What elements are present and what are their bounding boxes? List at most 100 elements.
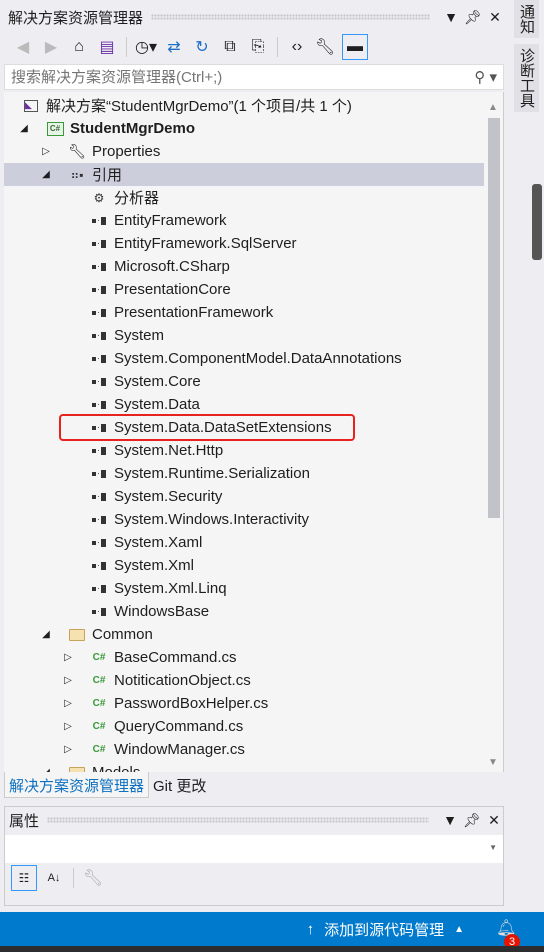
tree-item[interactable]: System.Core — [4, 370, 484, 393]
tree-item-label: EntityFramework — [114, 212, 227, 229]
refresh-icon[interactable]: ↻ — [191, 36, 213, 58]
expanded-arrow-icon[interactable]: ◢ — [40, 629, 52, 640]
folder-icon — [68, 765, 86, 772]
notifications-tab[interactable]: 通知 — [514, 0, 539, 38]
scrollbar-thumb[interactable] — [488, 118, 500, 518]
categorized-icon[interactable]: ☷ — [11, 865, 37, 891]
tree-item[interactable]: System.Security — [4, 485, 484, 508]
side-panel-handle[interactable] — [532, 184, 542, 260]
toolbar-separator — [126, 37, 127, 57]
ref-icon — [90, 351, 108, 367]
tree-item-label: QueryCommand.cs — [114, 718, 244, 735]
collapsed-arrow-icon[interactable]: ▷ — [62, 744, 74, 755]
expanded-arrow-icon[interactable]: ◢ — [40, 169, 52, 180]
toolbar-separator — [73, 868, 74, 888]
tree-item[interactable]: System.ComponentModel.DataAnnotations — [4, 347, 484, 370]
tree-item[interactable]: ◢ ⠶▪ 引用 — [4, 163, 484, 186]
tree-item[interactable]: PresentationFramework — [4, 301, 484, 324]
tree-item[interactable]: ◢ C# StudentMgrDemo — [4, 117, 484, 140]
tree-item-label: BaseCommand.cs — [114, 649, 237, 666]
tree-item[interactable]: System.Net.Http — [4, 439, 484, 462]
tree-item[interactable]: System.Xaml — [4, 531, 484, 554]
tree-item[interactable]: ◣ 解决方案“StudentMgrDemo”(1 个项目/共 1 个) — [4, 94, 484, 117]
close-icon[interactable]: ✕ — [485, 812, 503, 829]
ref-icon — [90, 581, 108, 597]
sync-icon[interactable]: ⇄ — [163, 36, 185, 58]
tree-item-label: WindowsBase — [114, 603, 210, 620]
tree-item[interactable]: System.Windows.Interactivity — [4, 508, 484, 531]
collapse-all-icon[interactable]: ⧉ — [219, 36, 241, 58]
wrench-icon: 🔧︎ — [68, 143, 86, 159]
up-arrow-icon: ↑ — [306, 920, 315, 938]
tree-item[interactable]: ◢ Common — [4, 623, 484, 646]
tree-item[interactable]: ▷ 🔧︎ Properties — [4, 140, 484, 163]
forward-icon[interactable]: ▶ — [40, 36, 62, 58]
pin-icon[interactable]: 📌︎ — [464, 9, 482, 26]
tree-item[interactable]: System — [4, 324, 484, 347]
alphabetical-sort-icon[interactable]: A↓ — [43, 867, 65, 889]
tree-item[interactable]: ▷ C# PasswordBoxHelper.cs — [4, 692, 484, 715]
home-icon[interactable]: ⌂ — [68, 36, 90, 58]
pin-icon[interactable]: 📌︎ — [463, 812, 481, 829]
search-input[interactable] — [11, 68, 475, 86]
switch-views-icon[interactable]: ▤ — [96, 36, 118, 58]
show-all-files-icon[interactable]: ⎘ — [247, 36, 269, 58]
tree-item[interactable]: WindowsBase — [4, 600, 484, 623]
tree-item[interactable]: System.Data — [4, 393, 484, 416]
pending-changes-filter-icon[interactable]: ◷▾ — [135, 36, 157, 58]
collapsed-arrow-icon[interactable]: ▷ — [62, 652, 74, 663]
notification-bell[interactable]: 🔔︎ 3 — [494, 912, 524, 950]
tree-item-label: Models — [92, 764, 140, 772]
search-icon[interactable]: ⚲ ▾ — [474, 68, 497, 86]
scroll-down-icon[interactable]: ▼ — [488, 757, 498, 768]
tree-item[interactable]: ▷ C# NotiticationObject.cs — [4, 669, 484, 692]
cs-icon: C# — [92, 744, 106, 755]
drag-grip[interactable] — [47, 817, 429, 823]
tree-item[interactable]: EntityFramework — [4, 209, 484, 232]
tree-item[interactable]: ▷ C# BaseCommand.cs — [4, 646, 484, 669]
ref-icon — [90, 282, 108, 298]
tab-git-changes[interactable]: Git 更改 — [149, 772, 210, 798]
tree-item-label: Common — [92, 626, 153, 643]
collapsed-arrow-icon[interactable]: ▷ — [62, 675, 74, 686]
chevron-down-icon: ▼ — [489, 843, 497, 852]
expanded-arrow-icon[interactable]: ◢ — [18, 123, 30, 134]
side-tool-strip: 通知 诊断工具 — [508, 0, 544, 912]
ref-icon — [90, 328, 108, 344]
search-box[interactable]: ⚲ ▾ — [4, 64, 504, 90]
tree-item-label: 解决方案“StudentMgrDemo”(1 个项目/共 1 个) — [46, 98, 352, 115]
tree-item[interactable]: ⚙︎ 分析器 — [4, 186, 484, 209]
explorer-tabs: 解决方案资源管理器 Git 更改 — [4, 772, 504, 798]
tree-item[interactable]: System.Xml — [4, 554, 484, 577]
tree-item[interactable]: ▷ C# WindowManager.cs — [4, 738, 484, 761]
collapsed-arrow-icon[interactable]: ▷ — [62, 698, 74, 709]
add-to-source-control-button[interactable]: 添加到源代码管理 — [324, 919, 444, 940]
collapsed-arrow-icon[interactable]: ▷ — [40, 146, 52, 157]
tree-item[interactable]: ◢Models — [4, 761, 484, 772]
properties-wrench-icon[interactable]: 🔧︎ — [314, 36, 336, 58]
tree-item[interactable]: ▷ C# QueryCommand.cs — [4, 715, 484, 738]
tree-item[interactable]: System.Xml.Linq — [4, 577, 484, 600]
properties-panel: 属性 ▼ 📌︎ ✕ ▼ ☷ A↓ 🔧︎ — [4, 806, 504, 906]
back-icon[interactable]: ◀ — [12, 36, 34, 58]
tree-item-label: System.ComponentModel.DataAnnotations — [114, 350, 402, 367]
diagnostics-tab[interactable]: 诊断工具 — [514, 44, 539, 112]
close-icon[interactable]: ✕ — [486, 9, 504, 26]
view-code-icon[interactable]: ‹› — [286, 36, 308, 58]
property-pages-wrench-icon[interactable]: 🔧︎ — [82, 867, 104, 889]
window-menu-icon[interactable]: ▼ — [441, 812, 459, 828]
tree-item[interactable]: Microsoft.CSharp — [4, 255, 484, 278]
ref-icon — [90, 443, 108, 459]
tree-item[interactable]: EntityFramework.SqlServer — [4, 232, 484, 255]
window-menu-icon[interactable]: ▼ — [442, 9, 460, 25]
tree-item[interactable]: System.Runtime.Serialization — [4, 462, 484, 485]
object-selector-dropdown[interactable]: ▼ — [5, 835, 503, 863]
references-icon: ⠶▪ — [70, 167, 84, 182]
preview-selected-icon[interactable]: ▬ — [342, 34, 368, 60]
tab-solution-explorer[interactable]: 解决方案资源管理器 — [4, 772, 150, 798]
drag-grip[interactable] — [151, 14, 430, 20]
scroll-up-icon[interactable]: ▲ — [488, 102, 498, 113]
ref-icon — [90, 374, 108, 390]
collapsed-arrow-icon[interactable]: ▷ — [62, 721, 74, 732]
tree-item[interactable]: PresentationCore — [4, 278, 484, 301]
